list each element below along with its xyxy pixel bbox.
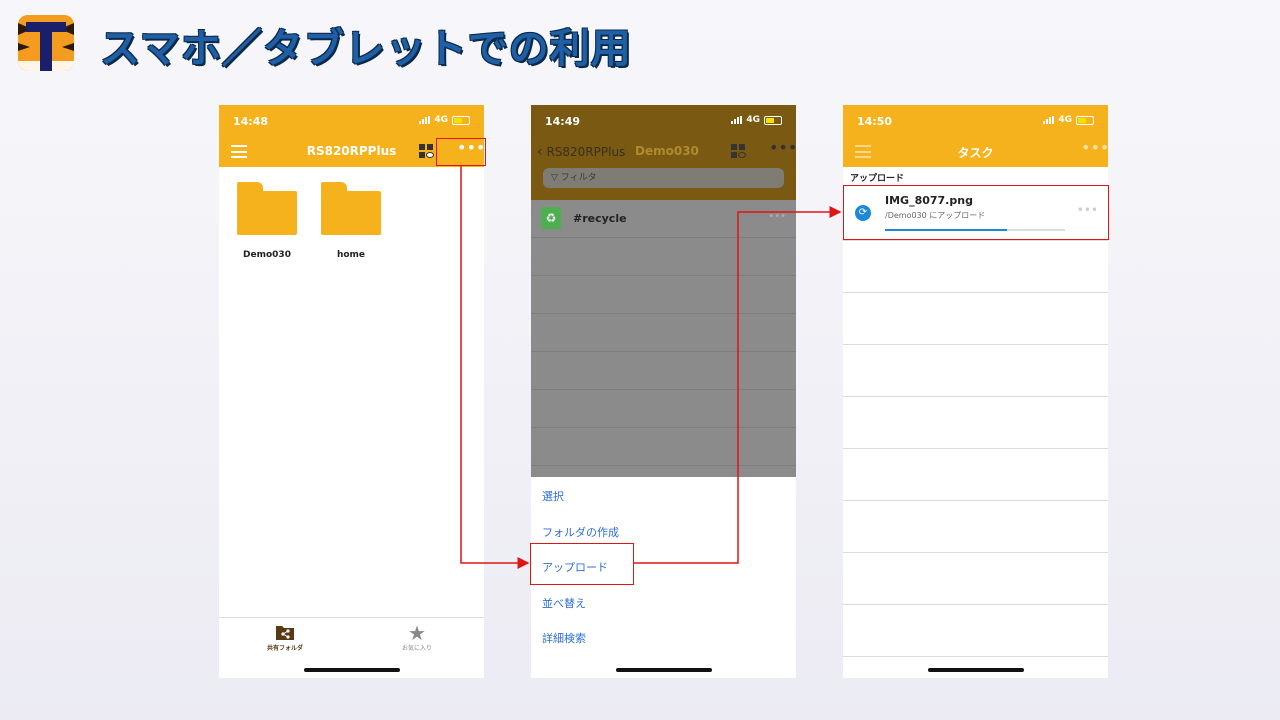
flow-arrows: [460, 166, 842, 569]
